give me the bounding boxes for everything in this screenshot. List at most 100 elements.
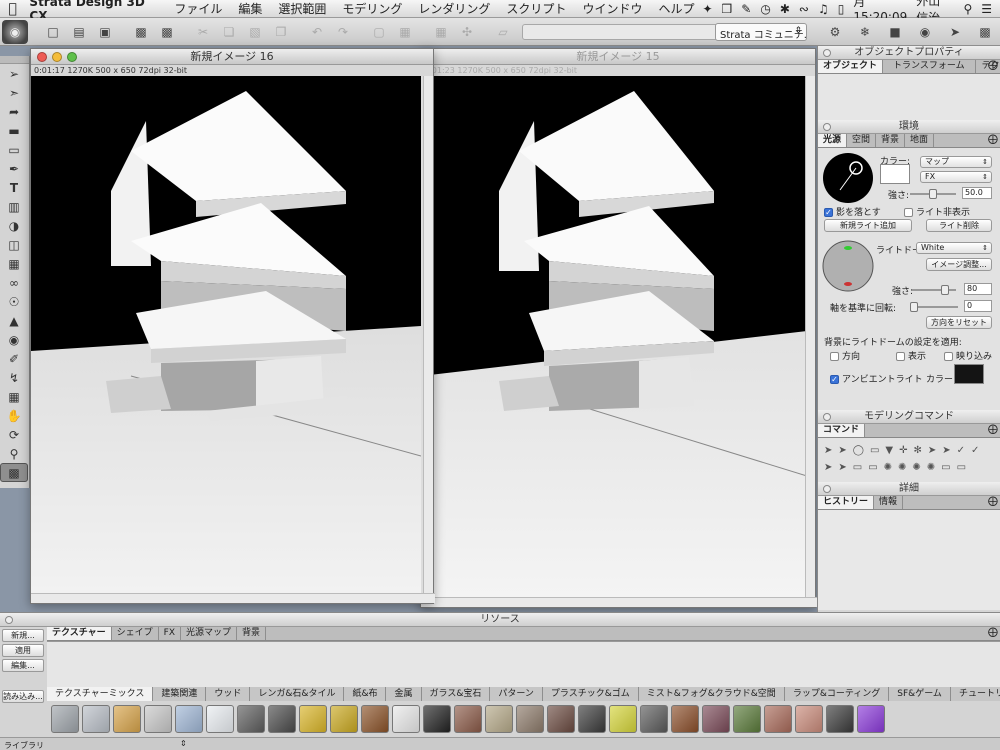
document-window-16[interactable]: 新規イメージ 16 0:01:17 1270K 500 x 650 72dpi … — [30, 48, 435, 604]
apple-icon[interactable]:  — [0, 1, 25, 17]
wifi-icon[interactable]: ∾ — [799, 2, 809, 16]
apply-display-row[interactable]: 表示 — [896, 349, 926, 362]
light-dome-sphere[interactable] — [822, 240, 874, 292]
render-canvas-15[interactable] — [421, 76, 807, 599]
tab-ground[interactable]: 地面 — [905, 134, 935, 147]
add-icon[interactable]: ⨁ — [988, 134, 998, 145]
dropbox-icon[interactable]: ❒ — [722, 2, 733, 16]
object-properties-title[interactable]: オブジェクトプロパティ — [818, 46, 1000, 60]
spotlight-icon[interactable]: ⚲ — [963, 2, 972, 16]
texture-swatch[interactable] — [671, 705, 699, 733]
close-dot-icon[interactable] — [823, 49, 831, 57]
notification-icon[interactable]: ☰ — [981, 2, 992, 16]
camera-tool[interactable]: ◉ — [0, 330, 28, 349]
texture-category-tab[interactable]: 建築関連 — [153, 687, 207, 701]
rotate-slider-knob[interactable] — [910, 302, 918, 312]
tab-info[interactable]: 情報 — [874, 496, 904, 509]
environment-title[interactable]: 環境 — [818, 120, 1000, 134]
texture-swatch[interactable] — [516, 705, 544, 733]
eyedropper-tool[interactable]: ✐ — [0, 349, 28, 368]
script-status-icon[interactable]: ✦ — [702, 2, 712, 16]
volume-icon[interactable]: ♫ — [818, 2, 829, 16]
menu-modeling[interactable]: モデリング — [334, 0, 410, 17]
tab-background[interactable]: 背景 — [876, 134, 906, 147]
reshape-tool[interactable]: ➦ — [0, 102, 28, 121]
texture-swatch[interactable] — [299, 705, 327, 733]
apply-reflection-checkbox[interactable] — [944, 352, 953, 361]
modeling-commands-title[interactable]: モデリングコマンド — [818, 410, 1000, 424]
menu-window[interactable]: ウインドウ — [574, 0, 650, 17]
texture-swatch[interactable] — [361, 705, 389, 733]
fx-select[interactable]: FX ⇕ — [920, 171, 992, 183]
texture-swatch[interactable] — [392, 705, 420, 733]
texture-swatch[interactable] — [764, 705, 792, 733]
texture-swatch[interactable] — [826, 705, 854, 733]
texture-swatch[interactable] — [733, 705, 761, 733]
save-icon[interactable]: ▣ — [94, 22, 116, 42]
rotate-slider[interactable] — [910, 302, 958, 312]
menu-edit[interactable]: 編集 — [230, 0, 270, 17]
texture-swatch[interactable] — [330, 705, 358, 733]
community-select[interactable]: Strata コミュニテ... ⇕ — [715, 23, 807, 41]
texture-category-tab[interactable]: パターン — [490, 687, 543, 701]
light-dome-select[interactable]: White ⇕ — [916, 242, 992, 254]
link-tool[interactable]: ↯ — [0, 368, 28, 387]
uv-icon[interactable]: ▱ — [492, 22, 514, 42]
dome-strength-slider[interactable] — [912, 285, 956, 295]
add-icon[interactable]: ⨁ — [988, 424, 998, 435]
texture-swatch[interactable] — [113, 705, 141, 733]
render-region-tool[interactable]: ▩ — [0, 463, 28, 482]
export-icon[interactable]: ➤ — [944, 22, 966, 42]
texture-category-tab[interactable]: 紙&布 — [344, 687, 387, 701]
select-arrow-tool[interactable]: ➢ — [0, 64, 28, 83]
delete-light-button[interactable]: ライト削除 — [926, 219, 992, 232]
texture-swatch[interactable] — [609, 705, 637, 733]
photoshop-export-icon[interactable]: ▩ — [156, 22, 178, 42]
apply-display-checkbox[interactable] — [896, 352, 905, 361]
rotate-view-tool[interactable]: ⟳ — [0, 425, 28, 444]
texture-swatch[interactable] — [175, 705, 203, 733]
align-icon[interactable]: ▦ — [430, 22, 452, 42]
input-method-icon[interactable]: ▯ — [838, 2, 845, 16]
mirror-tool[interactable]: ◫ — [0, 235, 28, 254]
center-icon[interactable]: ✣ — [456, 22, 478, 42]
texture-swatch[interactable] — [82, 705, 110, 733]
tab-shapes[interactable]: シェイプ — [112, 627, 159, 640]
tab-commands[interactable]: コマンド — [818, 424, 866, 437]
texture-category-tab[interactable]: レンガ&石&タイル — [250, 687, 345, 701]
evernote-icon[interactable]: ✎ — [741, 2, 751, 16]
texture-swatch[interactable] — [423, 705, 451, 733]
texture-category-tab[interactable]: ウッド — [206, 687, 251, 701]
strata-logo-icon[interactable]: ◉ — [2, 19, 28, 44]
close-button[interactable] — [37, 52, 47, 62]
load-resource-button[interactable]: 読み込み... — [2, 690, 44, 703]
texture-category-tab[interactable]: SF&ゲーム — [889, 687, 951, 701]
resources-title[interactable]: リソース — [0, 613, 1000, 627]
apply-reflection-row[interactable]: 映り込み — [944, 349, 992, 362]
texture-swatch[interactable] — [485, 705, 513, 733]
texture-swatch[interactable] — [206, 705, 234, 733]
cylinder-tool[interactable]: ▬ — [0, 121, 28, 140]
apply-resource-button[interactable]: 適用 — [2, 644, 44, 657]
cut-icon[interactable]: ✂ — [192, 22, 214, 42]
boolean-tool[interactable]: ▦ — [0, 254, 28, 273]
library-icon[interactable]: ▩ — [974, 22, 996, 42]
image-adjust-button[interactable]: イメージ調整... — [926, 258, 992, 271]
zoom-button[interactable] — [67, 52, 77, 62]
cast-shadows-checkbox[interactable]: ✓ — [824, 208, 833, 217]
rectangle-tool[interactable]: ▭ — [0, 140, 28, 159]
menu-rendering[interactable]: レンダリング — [410, 0, 498, 17]
hand-tool[interactable]: ✋ — [0, 406, 28, 425]
menu-help[interactable]: ヘルプ — [650, 0, 702, 17]
window-titlebar[interactable]: 新規イメージ 16 — [31, 49, 433, 65]
close-dot-icon[interactable] — [823, 485, 831, 493]
library-label[interactable]: ライブラリ — [4, 740, 44, 750]
horizontal-scrollbar[interactable] — [421, 597, 817, 607]
tab-space[interactable]: 空間 — [847, 134, 877, 147]
tab-history[interactable]: ヒストリー — [818, 496, 875, 509]
document-window-15[interactable]: 新規イメージ 15 0:01:23 1270K 500 x 650 72dpi … — [420, 48, 817, 608]
texture-category-tab[interactable]: ミスト&フォグ&クラウド&空間 — [639, 687, 785, 701]
strength-slider-knob[interactable] — [929, 189, 937, 199]
render-icon[interactable]: ❄ — [854, 22, 876, 42]
redo-icon[interactable]: ↷ — [332, 22, 354, 42]
